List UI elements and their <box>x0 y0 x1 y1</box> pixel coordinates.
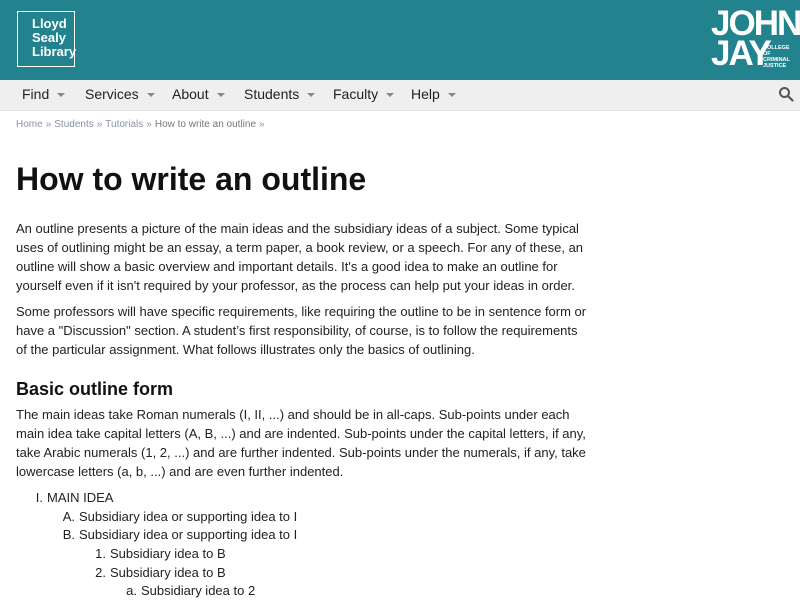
outline-text: Subsidiary idea or supporting idea to I <box>79 509 298 524</box>
nav-item-faculty[interactable]: Faculty <box>333 80 395 110</box>
section-paragraph: The main ideas take Roman numerals (I, I… <box>16 407 586 479</box>
nav-item-label: Faculty <box>333 86 379 102</box>
library-logo[interactable]: Lloyd Sealy Library <box>17 11 77 67</box>
outline-marker: B. <box>62 527 75 542</box>
outline-marker: I. <box>35 490 43 505</box>
requirements-paragraph: Some professors will have specific requi… <box>16 304 587 357</box>
outline-text: Subsidiary idea to 2 <box>141 583 256 598</box>
nav-item-services[interactable]: Services <box>85 80 155 110</box>
college-logo-subtitle: COLLEGE OF CRIMINAL JUSTICE <box>763 45 797 69</box>
outline-text: Subsidiary idea to B <box>110 546 226 561</box>
chevron-down-icon <box>307 93 316 97</box>
breadcrumb-separator: » <box>146 119 152 130</box>
chevron-down-icon <box>146 93 155 97</box>
chevron-down-icon <box>216 93 225 97</box>
library-logo-line: Library <box>32 44 77 59</box>
breadcrumb-link-students[interactable]: Students <box>54 119 93 130</box>
breadcrumb-current: How to write an outline <box>154 119 257 130</box>
library-logo-line: Sealy <box>32 30 66 45</box>
breadcrumb: Home» Students» Tutorials» How to write an … <box>16 119 268 130</box>
college-logo-sub-line: JUSTICE <box>763 63 787 69</box>
nav-item-label: Students <box>244 86 300 102</box>
college-logo-word: JAY <box>711 34 772 73</box>
outline-text: Subsidiary idea to B <box>110 565 226 580</box>
nav-item-help[interactable]: Help <box>411 80 456 110</box>
library-logo-line: Lloyd <box>32 16 67 31</box>
nav-item-label: About <box>172 86 209 102</box>
outline-marker: 1. <box>95 546 106 561</box>
nav-item-label: Help <box>411 86 440 102</box>
outline-marker: A. <box>62 509 75 524</box>
chevron-down-icon <box>386 93 395 97</box>
breadcrumb-separator: » <box>96 119 103 130</box>
chevron-down-icon <box>57 93 66 97</box>
outline-item: 1. Subsidiary idea to B <box>82 545 226 563</box>
section-heading: Basic outline form <box>16 379 174 399</box>
breadcrumb-link-home[interactable]: Home <box>16 119 43 130</box>
nav-item-label: Services <box>85 86 139 102</box>
outline-text: Subsidiary idea or supporting idea to I <box>79 527 298 542</box>
outline-text: MAIN IDEA <box>47 490 114 505</box>
breadcrumb-separator: » <box>45 119 52 130</box>
site-header: Lloyd Sealy Library JOHN JAY COLLEGE OF … <box>0 0 800 80</box>
nav-item-label: Find <box>22 86 50 102</box>
nav-item-about[interactable]: About <box>172 80 225 110</box>
page-title: How to write an outline <box>16 161 367 197</box>
john-jay-college-logo[interactable]: JOHN JAY COLLEGE OF CRIMINAL JUSTICE <box>711 6 800 73</box>
outline-item: I. MAIN IDEA <box>16 489 114 507</box>
outline-item: B. Subsidiary idea or supporting idea to … <box>48 526 298 544</box>
outline-item: 2. Subsidiary idea to B <box>82 564 226 582</box>
breadcrumb-link-tutorials[interactable]: Tutorials <box>105 119 143 130</box>
nav-item-students[interactable]: Students <box>244 80 316 110</box>
outline-marker: 2. <box>95 565 106 580</box>
outline-item: a. Subsidiary idea to 2 <box>113 582 255 600</box>
outline-item: A. Subsidiary idea or supporting idea to … <box>48 508 298 526</box>
breadcrumb-separator: » <box>259 119 265 130</box>
intro-paragraph: An outline presents a picture of the mai… <box>16 221 584 293</box>
search-icon[interactable] <box>778 86 794 102</box>
chevron-down-icon <box>447 93 456 97</box>
outline-marker: a. <box>126 583 137 598</box>
nav-item-find[interactable]: Find <box>22 80 66 110</box>
main-nav: Find Services About Students Faculty Hel… <box>0 80 800 111</box>
